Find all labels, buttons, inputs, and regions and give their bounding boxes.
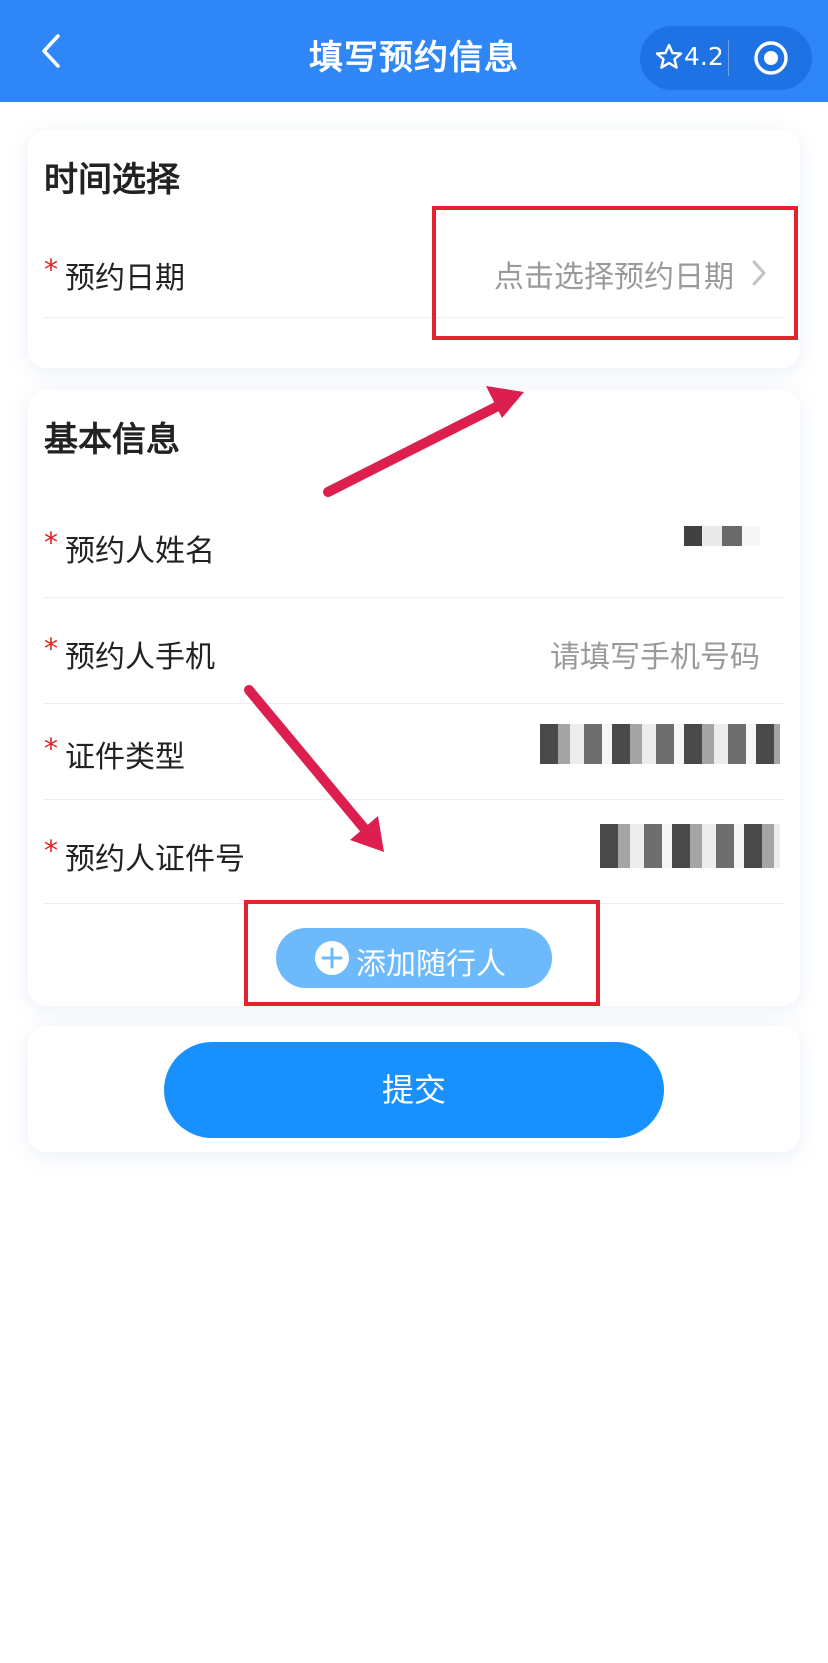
id-number-row[interactable]: * 预约人证件号 xyxy=(44,800,784,904)
applicant-phone-label: 预约人手机 xyxy=(65,640,215,675)
id-type-label: 证件类型 xyxy=(65,740,185,775)
applicant-phone-row[interactable]: * 预约人手机 请填写手机号码 xyxy=(44,598,784,704)
applicant-name-label: 预约人姓名 xyxy=(65,534,215,569)
required-mark: * xyxy=(44,632,58,665)
applicant-name-input-redacted[interactable] xyxy=(684,526,760,546)
mini-program-capsule: 4.2 xyxy=(640,26,812,90)
annotation-box-add-companion xyxy=(244,900,600,1006)
rating-value[interactable]: 4.2 xyxy=(684,42,724,71)
target-icon[interactable] xyxy=(751,38,791,78)
applicant-phone-input[interactable]: 请填写手机号码 xyxy=(550,632,760,676)
capsule-divider xyxy=(728,40,729,76)
required-mark: * xyxy=(44,834,58,867)
required-mark: * xyxy=(44,732,58,765)
id-type-value-redacted[interactable] xyxy=(540,724,780,764)
required-mark: * xyxy=(44,253,58,286)
required-mark: * xyxy=(44,526,58,559)
id-type-row[interactable]: * 证件类型 xyxy=(44,704,784,800)
submit-button[interactable]: 提交 xyxy=(164,1042,664,1138)
applicant-name-row[interactable]: * 预约人姓名 xyxy=(44,490,784,598)
star-icon[interactable] xyxy=(654,42,684,72)
id-number-input-redacted[interactable] xyxy=(600,824,780,868)
annotation-box-date-picker xyxy=(432,206,798,340)
basic-section-title: 基本信息 xyxy=(44,420,180,460)
id-number-label: 预约人证件号 xyxy=(65,842,245,877)
appointment-date-label: 预约日期 xyxy=(65,261,185,296)
navigation-bar: 填写预约信息 4.2 xyxy=(0,0,828,102)
submit-card: 提交 xyxy=(28,1026,800,1152)
time-section-title: 时间选择 xyxy=(44,160,180,200)
